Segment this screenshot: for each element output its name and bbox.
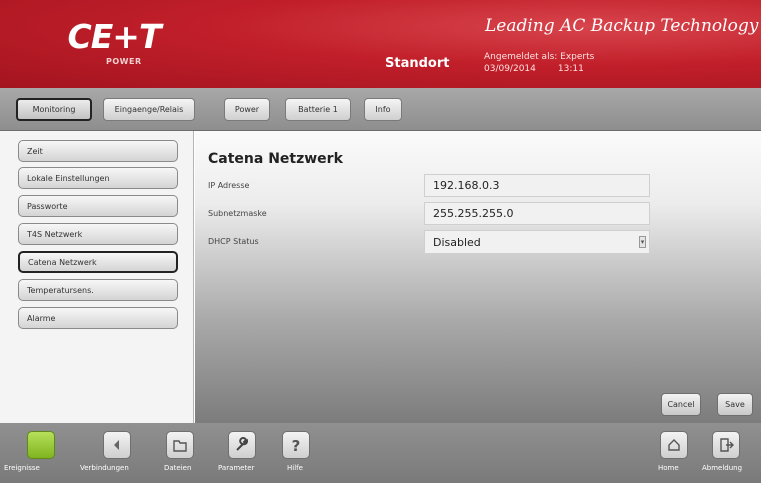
dhcp-status-select[interactable]: Disabled ▾ [424, 230, 650, 254]
toolbar-item-home[interactable]: Home [650, 431, 694, 479]
save-button[interactable]: Save [717, 393, 753, 416]
tab-batterie-1[interactable]: Batterie 1 [285, 98, 351, 121]
connection-icon[interactable] [103, 431, 131, 459]
logo-subtext: POWER [106, 57, 142, 66]
subnet-mask-value: 255.255.255.0 [433, 207, 514, 220]
bottom-toolbar: Ereignisse Verbindungen Dateien Paramete… [0, 423, 761, 483]
toolbar-label-dateien: Dateien [164, 464, 192, 472]
toolbar-label-verbindungen: Verbindungen [80, 464, 129, 472]
home-icon[interactable] [660, 431, 688, 459]
cancel-button[interactable]: Cancel [661, 393, 701, 416]
logout-icon[interactable] [712, 431, 740, 459]
question-icon[interactable]: ? [282, 431, 310, 459]
toolbar-label-parameter: Parameter [218, 464, 255, 472]
tagline: Leading AC Backup Technology [485, 16, 759, 36]
toolbar-item-ereignisse[interactable]: Ereignisse [0, 431, 80, 479]
login-time: 13:11 [557, 64, 584, 74]
main-panel: Catena Netzwerk IP Adresse 192.168.0.3 S… [195, 131, 761, 423]
sidebar: Zeit Lokale Einstellungen Passworte T4S … [0, 131, 194, 423]
folder-icon[interactable] [166, 431, 194, 459]
sidebar-item-alarme[interactable]: Alarme [18, 307, 178, 329]
svg-text:?: ? [292, 437, 301, 454]
login-user: Angemeldet als: Experts [484, 52, 595, 62]
toolbar-item-verbindungen[interactable]: Verbindungen [80, 431, 160, 479]
toolbar-item-hilfe[interactable]: ? Hilfe [280, 431, 320, 479]
sidebar-item-lokale-einstellungen[interactable]: Lokale Einstellungen [18, 167, 178, 189]
sidebar-item-t4s-netzwerk[interactable]: T4S Netzwerk [18, 223, 178, 245]
company-logo: CE+T POWER [66, 18, 162, 70]
header-banner: CE+T POWER Leading AC Backup Technology … [0, 0, 761, 88]
ip-address-label: IP Adresse [208, 181, 250, 190]
toolbar-item-parameter[interactable]: Parameter [215, 431, 275, 479]
ip-address-input[interactable]: 192.168.0.3 [424, 174, 650, 197]
sidebar-item-passworte[interactable]: Passworte [18, 195, 178, 217]
tab-power[interactable]: Power [224, 98, 270, 121]
subnet-mask-label: Subnetzmaske [208, 209, 267, 218]
toolbar-item-dateien[interactable]: Dateien [160, 431, 210, 479]
app-window: CE+T POWER Leading AC Backup Technology … [0, 0, 761, 483]
login-date: 03/09/2014 [484, 64, 536, 74]
sidebar-item-zeit[interactable]: Zeit [18, 140, 178, 162]
ip-address-value: 192.168.0.3 [433, 179, 500, 192]
tab-eingaenge-relais[interactable]: Eingaenge/Relais [103, 98, 195, 121]
toolbar-label-hilfe: Hilfe [287, 464, 303, 472]
wrench-icon[interactable] [228, 431, 256, 459]
tab-bar: Monitoring Eingaenge/Relais Power Batter… [0, 88, 761, 131]
location-label: Standort [385, 56, 450, 71]
sidebar-item-temperatursens[interactable]: Temperatursens. [18, 279, 178, 301]
dhcp-status-label: DHCP Status [208, 237, 259, 246]
toolbar-label-home: Home [658, 464, 679, 472]
login-info: Angemeldet als: Experts 03/09/2014 13:11 [484, 51, 594, 75]
subnet-mask-input[interactable]: 255.255.255.0 [424, 202, 650, 225]
toolbar-label-abmeldung: Abmeldung [702, 464, 743, 472]
dhcp-status-value: Disabled [433, 235, 481, 249]
page-title: Catena Netzwerk [208, 151, 343, 167]
toolbar-label-ereignisse: Ereignisse [4, 464, 40, 472]
logo-text: CE+T [67, 17, 162, 56]
tab-monitoring[interactable]: Monitoring [16, 98, 92, 121]
login-datetime: 03/09/2014 13:11 [484, 63, 594, 75]
sidebar-item-catena-netzwerk[interactable]: Catena Netzwerk [18, 251, 178, 273]
toolbar-item-abmeldung[interactable]: Abmeldung [700, 431, 761, 479]
dropdown-arrow-icon[interactable]: ▾ [639, 236, 646, 248]
tab-info[interactable]: Info [364, 98, 402, 121]
status-light-icon[interactable] [27, 431, 55, 459]
